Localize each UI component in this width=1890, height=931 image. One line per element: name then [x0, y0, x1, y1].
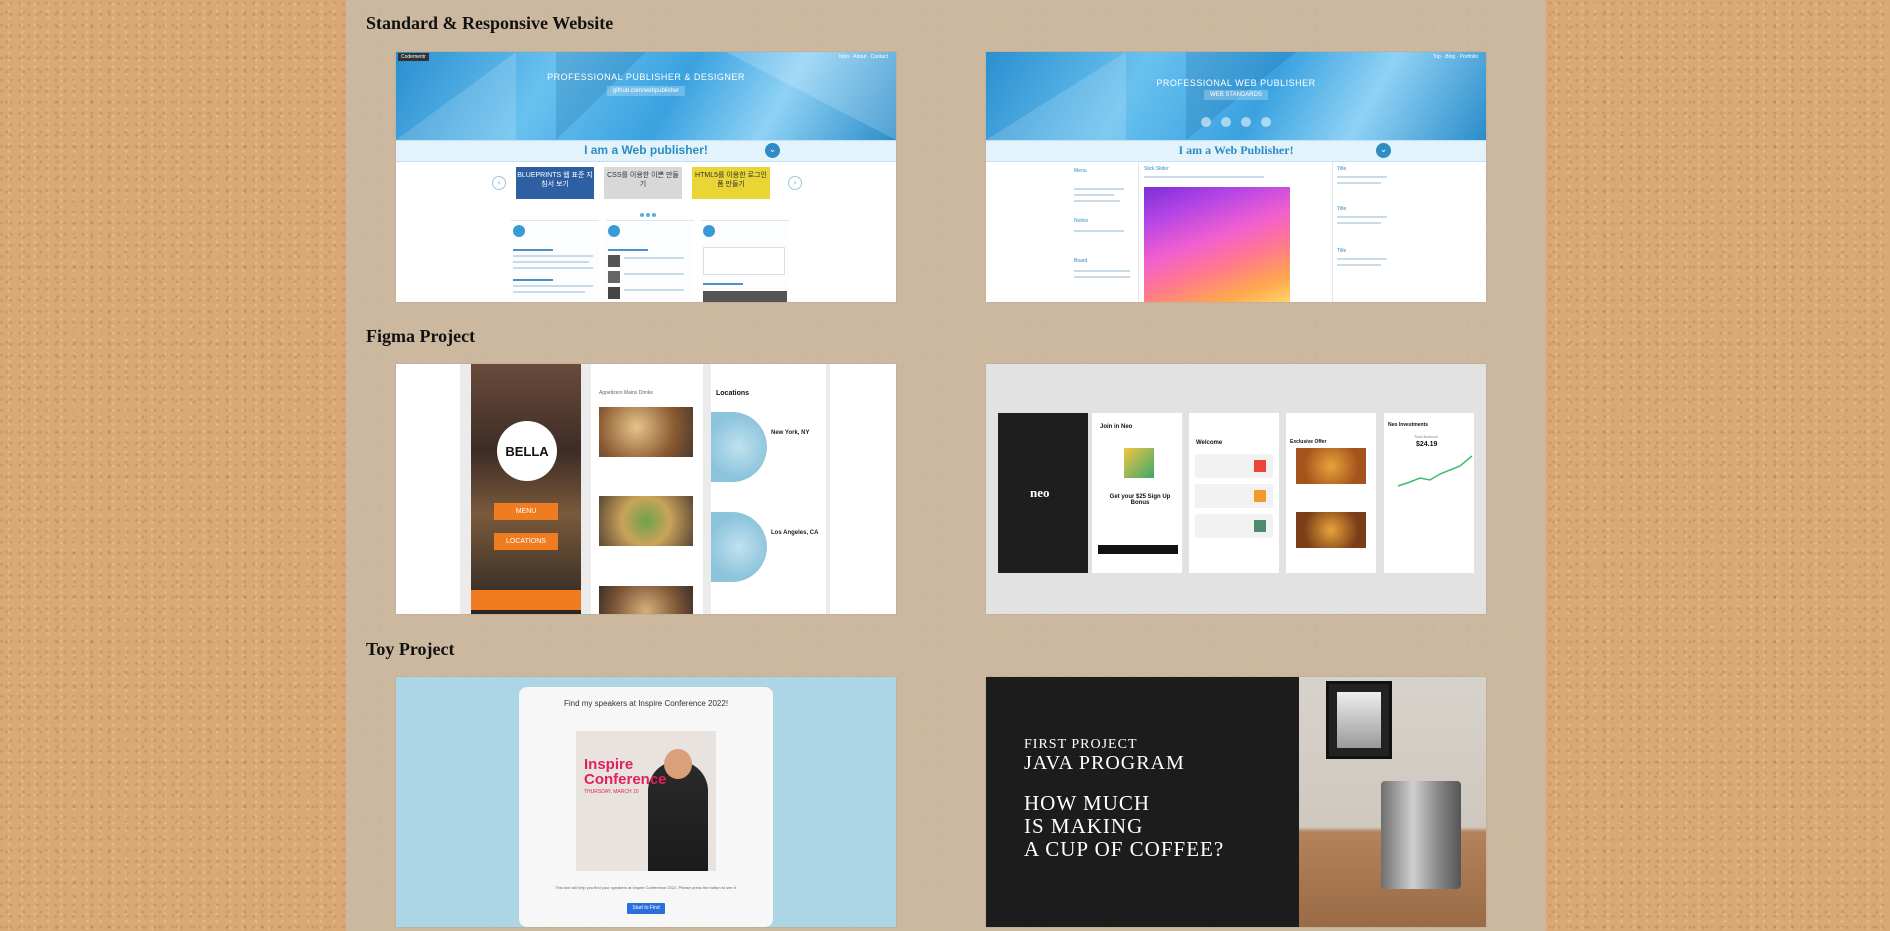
bonus-text: Get your $25 Sign Up Bonus	[1109, 494, 1171, 506]
left-sidebar: Menu Notice Board	[1070, 162, 1139, 302]
hero-subtitle: WEB STANDARDS	[1204, 90, 1268, 100]
slide-item[interactable]: CSS를 이용한 이쁜 만들기	[604, 167, 682, 199]
hero-banner	[396, 52, 896, 140]
hero-title: PROFESSIONAL PUBLISHER & DESIGNER	[547, 72, 745, 82]
intro-band: I am a Web Publisher! ⌄	[986, 140, 1486, 162]
column-icon	[703, 225, 715, 237]
title-label: Title	[1337, 166, 1347, 172]
burger-image	[1296, 448, 1366, 484]
section-title-website: Standard & Responsive Website	[366, 13, 614, 33]
menu-label: Menu	[1074, 168, 1087, 174]
menu-button[interactable]: MENU	[494, 503, 558, 520]
investment-chart	[1397, 455, 1473, 487]
intro-text: I am a Web Publisher!	[1178, 143, 1294, 157]
locations-title: Locations	[716, 390, 750, 397]
food-image	[599, 586, 693, 614]
chevron-left-icon[interactable]: ‹	[492, 176, 506, 190]
balance-value: $24.19	[1416, 441, 1438, 448]
burger-image	[1296, 512, 1366, 548]
notice-label: Notice	[1074, 218, 1089, 224]
top-nav[interactable]: Intro · About · Contact	[839, 54, 888, 60]
html5-icon[interactable]	[1201, 117, 1211, 127]
open-account-button[interactable]	[1098, 545, 1178, 554]
food-image	[599, 496, 693, 546]
locations-button[interactable]: LOCATIONS	[494, 533, 558, 550]
finder-note: This tool will help you find your speake…	[555, 885, 737, 890]
gift-icon	[1124, 448, 1154, 478]
intro-band: I am a Web publisher! ⌄	[396, 140, 896, 162]
project-label: FIRST PROJECT	[1024, 737, 1138, 752]
city-label: New York, NY	[771, 430, 810, 436]
content-panel: Standard & Responsive Website Codementr …	[346, 0, 1546, 931]
chevron-down-icon[interactable]: ⌄	[765, 143, 780, 158]
project-question: HOW MUCH IS MAKING A CUP OF COFFEE?	[1024, 791, 1225, 861]
slide-item[interactable]: BLUEPRINTS 웹 표준 지침서 보기	[516, 167, 594, 199]
intro-text: I am a Web publisher!	[584, 143, 708, 157]
project-card-web-publisher-2[interactable]: Top · Blog · Portfolio PROFESSIONAL WEB …	[986, 52, 1486, 302]
picture-frame	[1326, 681, 1392, 759]
chevron-down-icon[interactable]: ⌄	[1376, 143, 1391, 158]
join-title: Join in Neo	[1100, 424, 1133, 430]
slider-image[interactable]	[1144, 187, 1290, 302]
offer-icon	[1254, 490, 1266, 502]
linkedin-icon[interactable]	[1241, 117, 1251, 127]
bella-logo: BELLA	[497, 421, 557, 481]
hero-subtitle: github.com/webpublisher	[606, 86, 686, 96]
title-label: Title	[1337, 206, 1347, 212]
finder-heading: Find my speakers at Inspire Conference 2…	[563, 699, 729, 708]
board-label: Board	[1074, 258, 1088, 264]
project-card-inspire[interactable]: Find my speakers at Inspire Conference 2…	[396, 677, 896, 927]
top-nav[interactable]: Top · Blog · Portfolio	[1433, 54, 1478, 60]
poster-title: Inspire Conference	[584, 756, 667, 788]
speaker-finder-card: Find my speakers at Inspire Conference 2…	[519, 687, 773, 927]
conference-poster: Inspire Conference THURSDAY, MARCH 10	[576, 731, 716, 871]
column-icon	[608, 225, 620, 237]
offer-title: Exclusive Offer	[1290, 439, 1327, 445]
offer-icon	[1254, 460, 1266, 472]
brand-tag: Codementr	[398, 53, 429, 61]
content-column	[606, 220, 694, 302]
bella-home-screen	[471, 364, 581, 614]
project-card-web-publisher[interactable]: Codementr Intro · About · Contact PROFES…	[396, 52, 896, 302]
neo-offers-screen	[1286, 413, 1376, 573]
slider: BLUEPRINTS 웹 표준 지침서 보기 CSS를 이용한 이쁜 만들기 H…	[516, 167, 776, 199]
chevron-right-icon[interactable]: ›	[788, 176, 802, 190]
project-card-bella[interactable]: BELLA MENU LOCATIONS Appetizers Mains Dr…	[396, 364, 896, 614]
bottom-tab-bar	[471, 590, 581, 610]
hero-title: PROFESSIONAL WEB PUBLISHER	[1156, 78, 1316, 88]
right-sidebar: Title Title Title	[1332, 162, 1401, 302]
content-column	[701, 220, 789, 302]
food-image	[599, 407, 693, 457]
neo-logo: neo	[1030, 485, 1050, 500]
espresso-machine-image	[1381, 781, 1461, 889]
menu-screen	[591, 364, 703, 614]
github-icon[interactable]	[1221, 117, 1231, 127]
slide-item[interactable]: HTML5를 이용한 로그인 폼 만들기	[692, 167, 770, 199]
section-title-figma: Figma Project	[366, 326, 476, 346]
offer-icon	[1254, 520, 1266, 532]
project-title: JAVA PROGRAM	[1024, 752, 1185, 774]
section-title-toy: Toy Project	[366, 639, 455, 659]
column-icon	[513, 225, 525, 237]
project-card-neo[interactable]: neo Join in Neo Get your $25 Sign Up Bon…	[986, 364, 1486, 614]
slider-label: Slick Slider	[1144, 166, 1169, 172]
content-column	[511, 220, 599, 302]
menu-tabs[interactable]: Appetizers Mains Drinks	[599, 390, 653, 396]
investments-title: Neo Investments	[1388, 422, 1429, 428]
city-label: Los Angeles, CA	[771, 530, 819, 536]
home-icon[interactable]	[1261, 117, 1271, 127]
balance-label: Total Balance	[1414, 434, 1439, 439]
social-links	[1198, 114, 1274, 132]
start-find-button[interactable]: Start to Find	[627, 903, 665, 914]
poster-date: THURSDAY, MARCH 10	[584, 789, 639, 795]
welcome-title: Welcome	[1196, 440, 1223, 446]
project-card-java-coffee[interactable]: FIRST PROJECT JAVA PROGRAM HOW MUCH IS M…	[986, 677, 1486, 927]
title-label: Title	[1337, 248, 1347, 254]
